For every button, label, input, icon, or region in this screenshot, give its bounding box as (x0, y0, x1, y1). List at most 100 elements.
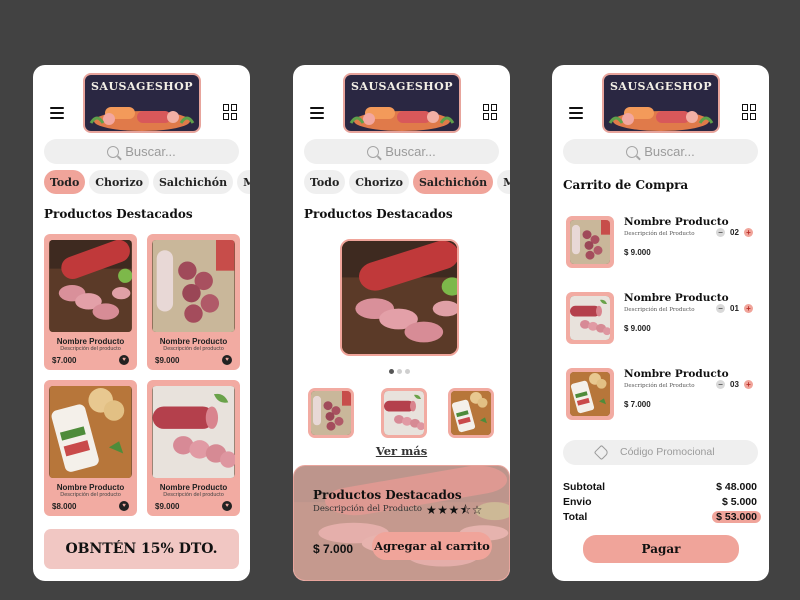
thumbnail[interactable] (308, 388, 354, 438)
cart-item-price: $ 7.000 (624, 400, 651, 409)
cart-item-image[interactable] (566, 292, 614, 344)
heart-icon[interactable]: ♥ (222, 355, 232, 365)
detail-screen: SAUSAGESHOP Buscar... Todo Chorizo Salch… (293, 65, 510, 581)
brand-logo[interactable]: SAUSAGESHOP (343, 73, 461, 133)
subtotal-value: $ 48.000 (716, 481, 757, 493)
shipping-label: Envio (563, 496, 592, 508)
logo-text: SAUSAGESHOP (609, 80, 713, 93)
thumbnail[interactable] (448, 388, 494, 438)
chip-mangu[interactable]: Mangu (497, 170, 510, 194)
carousel-dot[interactable] (397, 369, 402, 374)
product-image (152, 386, 235, 478)
product-price: $9.000 (155, 356, 180, 365)
quantity-stepper: − 01 + (716, 304, 753, 313)
product-detail-panel: Productos Destacados Descripción del Pro… (293, 465, 510, 581)
hamburger-menu-icon[interactable] (569, 107, 583, 119)
search-bar[interactable]: Buscar... (563, 139, 758, 164)
logo-text: SAUSAGESHOP (90, 80, 194, 93)
see-more-link[interactable]: Ver más (293, 444, 510, 458)
minus-icon[interactable]: − (716, 380, 725, 389)
cart-item: Nombre Producto Descripción del Producto… (566, 368, 756, 424)
total-value: $ 53.000 (712, 511, 761, 523)
cart-item-desc: Descripción del Producto (624, 231, 695, 237)
product-image (152, 240, 235, 332)
product-desc: Descripción del producto (163, 492, 224, 498)
cart-item: Nombre Producto Descripción del Producto… (566, 216, 756, 272)
chip-salchichon[interactable]: Salchichón (152, 170, 234, 194)
hamburger-menu-icon[interactable] (310, 107, 324, 119)
promo-code-input[interactable]: Código Promocional (563, 440, 758, 465)
detail-price: $ 7.000 (313, 542, 354, 556)
search-bar[interactable]: Buscar... (44, 139, 239, 164)
total-label: Total (563, 511, 588, 523)
app-header: SAUSAGESHOP (293, 65, 510, 145)
grid-view-icon[interactable] (223, 104, 237, 122)
product-price: $9.000 (155, 502, 180, 511)
minus-icon[interactable]: − (716, 304, 725, 313)
plus-icon[interactable]: + (743, 380, 753, 389)
quantity-stepper: − 03 + (716, 380, 753, 389)
search-icon (107, 145, 120, 158)
chip-chorizo[interactable]: Chorizo (349, 170, 409, 194)
chip-todo[interactable]: Todo (304, 170, 346, 194)
logo-food-illustration (349, 107, 455, 131)
product-image (49, 386, 132, 478)
cart-item: Nombre Producto Descripción del Producto… (566, 292, 756, 348)
quantity-value: 02 (730, 228, 739, 237)
product-card[interactable]: Nombre Producto Descripción del producto… (44, 380, 137, 516)
search-placeholder: Buscar... (125, 144, 176, 159)
category-chips: Todo Chorizo Salchichón Mangu (304, 170, 510, 194)
heart-icon[interactable]: ♥ (119, 355, 129, 365)
product-card[interactable]: Nombre Producto Descripción del producto… (44, 234, 137, 370)
product-price: $8.000 (52, 502, 77, 511)
thumbnail[interactable] (381, 388, 427, 438)
total-row: Total $ 53.000 (563, 511, 761, 525)
pay-button[interactable]: Pagar (583, 535, 739, 563)
hamburger-menu-icon[interactable] (50, 107, 64, 119)
search-placeholder: Buscar... (385, 144, 436, 159)
product-name: Nombre Producto (56, 337, 125, 346)
product-name: Nombre Producto (159, 483, 228, 492)
cart-item-desc: Descripción del Producto (624, 383, 695, 389)
cart-title: Carrito de Compra (563, 178, 689, 192)
cart-screen: SAUSAGESHOP Buscar... Carrito de Compra … (552, 65, 769, 581)
search-placeholder: Buscar... (644, 144, 695, 159)
product-card[interactable]: Nombre Producto Descripción del producto… (147, 380, 240, 516)
heart-icon[interactable]: ♥ (222, 501, 232, 511)
star-rating[interactable]: ★★★⯪☆ (426, 501, 483, 522)
chip-todo[interactable]: Todo (44, 170, 86, 194)
logo-food-illustration (608, 107, 714, 131)
subtotal-row: Subtotal $ 48.000 (563, 481, 759, 495)
chip-salchichon[interactable]: Salchichón (412, 170, 494, 194)
discount-banner[interactable]: OBNTÉN 15% DTO. (44, 529, 239, 569)
chip-chorizo[interactable]: Chorizo (89, 170, 149, 194)
plus-icon[interactable]: + (743, 304, 753, 313)
plus-icon[interactable]: + (743, 228, 753, 237)
add-to-cart-button[interactable]: Agregar al carrito (372, 532, 492, 560)
carousel-dot[interactable] (389, 369, 394, 374)
tag-icon (593, 444, 610, 461)
heart-icon[interactable]: ♥ (119, 501, 129, 511)
product-desc: Descripción del producto (60, 492, 121, 498)
product-card[interactable]: Nombre Producto Descripción del producto… (147, 234, 240, 370)
home-screen: SAUSAGESHOP Buscar... Todo Chorizo Salch… (33, 65, 250, 581)
minus-icon[interactable]: − (716, 228, 725, 237)
cart-item-price: $ 9.000 (624, 248, 651, 257)
product-name: Nombre Producto (56, 483, 125, 492)
grid-view-icon[interactable] (483, 104, 497, 122)
cart-item-desc: Descripción del Producto (624, 307, 695, 313)
grid-view-icon[interactable] (742, 104, 756, 122)
product-hero-image[interactable] (340, 239, 459, 356)
featured-title: Productos Destacados (44, 207, 193, 221)
brand-logo[interactable]: SAUSAGESHOP (83, 73, 201, 133)
chip-mangu[interactable]: Mangu (237, 170, 250, 194)
carousel-dot[interactable] (405, 369, 410, 374)
featured-title: Productos Destacados (304, 207, 453, 221)
brand-logo[interactable]: SAUSAGESHOP (602, 73, 720, 133)
search-icon (367, 145, 380, 158)
logo-text: SAUSAGESHOP (350, 80, 454, 93)
cart-item-image[interactable] (566, 368, 614, 420)
cart-item-image[interactable] (566, 216, 614, 268)
search-bar[interactable]: Buscar... (304, 139, 499, 164)
logo-food-illustration (89, 107, 195, 131)
